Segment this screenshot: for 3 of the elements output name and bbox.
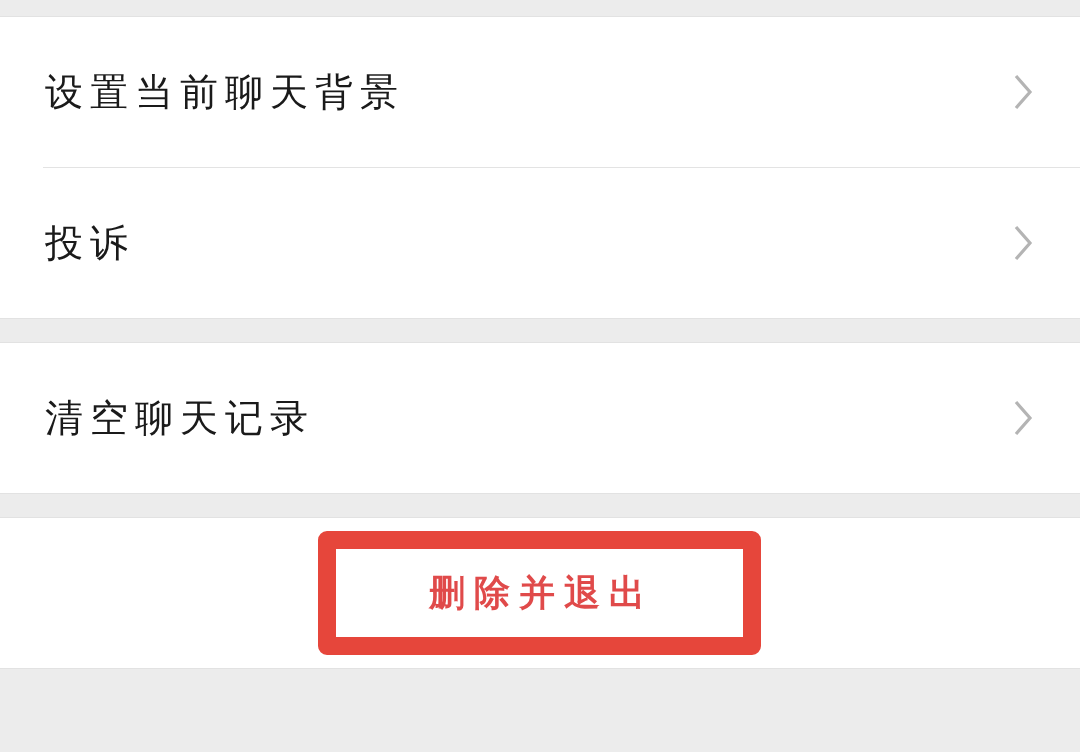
chevron-right-icon bbox=[1013, 225, 1033, 261]
chevron-right-icon bbox=[1013, 74, 1033, 110]
chevron-right-icon bbox=[1013, 400, 1033, 436]
